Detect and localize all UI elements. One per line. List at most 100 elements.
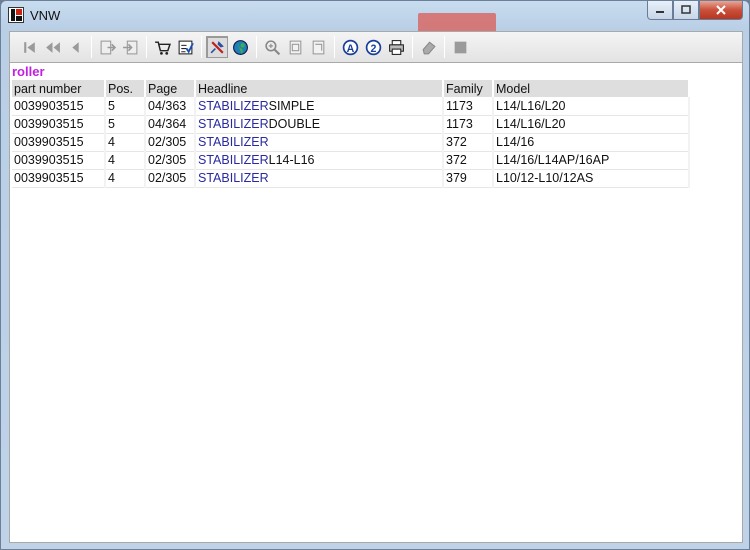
pin-icon <box>210 40 224 54</box>
table-row[interactable]: 0039903515 4 02/305 STABILIZER 379 L10/1… <box>12 169 690 188</box>
page-alt-icon <box>312 40 324 54</box>
headline-link[interactable]: STABILIZER <box>198 171 269 185</box>
toolbar-separator <box>256 36 257 58</box>
toolbar-separator <box>91 36 92 58</box>
checklist-button[interactable] <box>174 36 196 58</box>
headline-suffix: DOUBLE <box>268 117 321 131</box>
table-header-row: part number Pos. Page Headline Family Mo… <box>12 80 690 97</box>
page-icon <box>289 40 301 54</box>
circle-a-icon: A <box>342 39 358 55</box>
eraser-button[interactable] <box>417 36 439 58</box>
search-term: roller <box>12 64 45 79</box>
cell-part-number: 0039903515 <box>12 97 106 116</box>
cell-family: 372 <box>443 151 494 170</box>
table-row[interactable]: 0039903515 4 02/305 STABILIZERL14-L16 37… <box>12 151 690 170</box>
globe-button[interactable] <box>229 36 251 58</box>
stop-icon <box>454 41 466 53</box>
column-header-model[interactable]: Model <box>493 80 690 97</box>
print-button[interactable] <box>385 36 407 58</box>
cell-model: L14/L16/L20 <box>493 115 690 134</box>
column-header-headline[interactable]: Headline <box>195 80 444 97</box>
import-button[interactable] <box>119 36 141 58</box>
previous-page-button[interactable] <box>41 36 63 58</box>
table-row[interactable]: 0039903515 5 04/363 STABILIZERSIMPLE 117… <box>12 97 690 116</box>
cell-part-number: 0039903515 <box>12 151 106 170</box>
cell-family: 1173 <box>443 115 494 134</box>
cell-part-number: 0039903515 <box>12 169 106 188</box>
close-icon <box>716 5 726 15</box>
circle-2-button[interactable]: 2 <box>362 36 384 58</box>
cell-page: 04/363 <box>145 97 196 116</box>
column-header-part-number[interactable]: part number <box>12 80 106 97</box>
svg-text:A: A <box>346 42 354 54</box>
toolbar-separator <box>412 36 413 58</box>
cell-headline: STABILIZERDOUBLE <box>195 115 444 134</box>
zoom-in-button[interactable] <box>261 36 283 58</box>
headline-link[interactable]: STABILIZER <box>198 117 269 131</box>
cell-family: 379 <box>443 169 494 188</box>
maximize-icon <box>681 5 691 14</box>
svg-text:2: 2 <box>370 42 376 54</box>
results-table: part number Pos. Page Headline Family Mo… <box>12 80 690 188</box>
first-record-button[interactable] <box>18 36 40 58</box>
previous-record-button[interactable] <box>64 36 86 58</box>
cell-model: L14/L16/L20 <box>493 97 690 116</box>
cell-model: L10/12-L10/12AS <box>493 169 690 188</box>
cell-headline: STABILIZER <box>195 133 444 152</box>
cell-family: 1173 <box>443 97 494 116</box>
export-button[interactable] <box>96 36 118 58</box>
headline-link[interactable]: STABILIZER <box>198 99 269 113</box>
eraser-icon <box>422 40 436 54</box>
cart-button[interactable] <box>151 36 173 58</box>
stop-button[interactable] <box>449 36 471 58</box>
cell-pos: 4 <box>105 151 146 170</box>
headline-link[interactable]: STABILIZER <box>198 135 269 149</box>
print-icon <box>388 39 404 55</box>
toolbar-separator <box>444 36 445 58</box>
cell-pos: 5 <box>105 97 146 116</box>
cart-icon <box>154 40 171 55</box>
table-row[interactable]: 0039903515 4 02/305 STABILIZER 372 L14/1… <box>12 133 690 152</box>
page-button[interactable] <box>284 36 306 58</box>
window-title: VNW <box>30 8 61 23</box>
cell-part-number: 0039903515 <box>12 115 106 134</box>
cell-headline: STABILIZER <box>195 169 444 188</box>
column-header-pos[interactable]: Pos. <box>105 80 146 97</box>
headline-suffix: L14-L16 <box>268 153 315 167</box>
cell-model: L14/16 <box>493 133 690 152</box>
application-window: VNW A 2 roller part number Pos. Page Hea… <box>0 0 750 550</box>
zoom-in-icon <box>264 39 280 55</box>
first-record-icon <box>23 41 35 53</box>
pin-button[interactable] <box>206 36 228 58</box>
column-header-page[interactable]: Page <box>145 80 196 97</box>
circle-2-icon: 2 <box>365 39 381 55</box>
globe-icon <box>232 39 248 55</box>
toolbar: A 2 <box>9 31 743 63</box>
cell-page: 04/364 <box>145 115 196 134</box>
cell-headline: STABILIZERSIMPLE <box>195 97 444 116</box>
page-alt-button[interactable] <box>307 36 329 58</box>
maximize-button[interactable] <box>673 1 699 20</box>
title-bar[interactable]: VNW <box>1 1 749 33</box>
table-row[interactable]: 0039903515 5 04/364 STABILIZERDOUBLE 117… <box>12 115 690 134</box>
minimize-button[interactable] <box>647 1 673 20</box>
export-icon <box>100 40 116 54</box>
circle-a-button[interactable]: A <box>339 36 361 58</box>
cell-pos: 4 <box>105 169 146 188</box>
cell-model: L14/16/L14AP/16AP <box>493 151 690 170</box>
headline-suffix: SIMPLE <box>268 98 315 113</box>
close-button[interactable] <box>699 1 743 20</box>
toolbar-separator <box>334 36 335 58</box>
headline-link[interactable]: STABILIZER <box>198 153 269 167</box>
toolbar-separator <box>146 36 147 58</box>
cell-page: 02/305 <box>145 151 196 170</box>
cell-pos: 4 <box>105 133 146 152</box>
cell-family: 372 <box>443 133 494 152</box>
title-bar-highlight <box>418 13 496 33</box>
cell-pos: 5 <box>105 115 146 134</box>
checklist-icon <box>178 40 194 54</box>
minimize-icon <box>656 11 664 13</box>
app-logo-icon[interactable] <box>8 7 24 23</box>
cell-page: 02/305 <box>145 169 196 188</box>
column-header-family[interactable]: Family <box>443 80 494 97</box>
